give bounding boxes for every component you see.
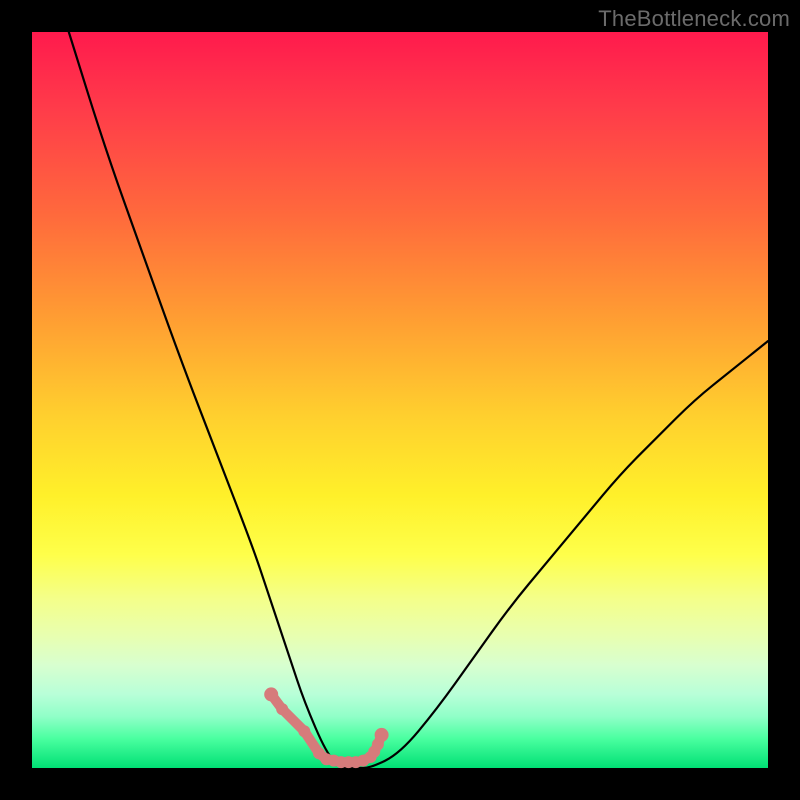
plot-area: [32, 32, 768, 768]
optimal-markers: [264, 687, 388, 768]
watermark-text: TheBottleneck.com: [598, 6, 790, 32]
marker-dot: [276, 703, 288, 715]
chart-frame: TheBottleneck.com: [0, 0, 800, 800]
marker-dot: [298, 725, 310, 737]
bottleneck-curve: [69, 32, 768, 768]
marker-dot: [375, 728, 389, 742]
marker-dot: [264, 687, 278, 701]
chart-svg: [32, 32, 768, 768]
